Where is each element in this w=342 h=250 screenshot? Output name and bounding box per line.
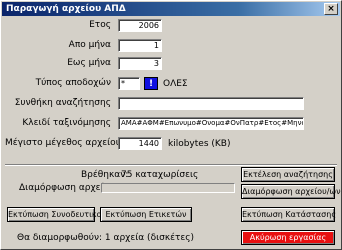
to-month-label: Εως μήνα — [67, 58, 111, 68]
max-size-field[interactable]: 1440 — [118, 137, 162, 150]
sort-key-field[interactable]: ΑΜΑ#ΑΦΜ#Επωνυμο#Ονομα#ΟνΠατρ#Ετος#Μηνας#… — [118, 117, 304, 130]
window-title: Παραγωγή αρχείου ΑΠΔ — [6, 4, 126, 14]
earnings-type-field[interactable]: * — [118, 77, 140, 90]
max-size-label: Μέγιστο μέγεθος αρχείου — [5, 138, 121, 148]
print-labels-button[interactable]: Εκτύπωση Ετικετών — [100, 207, 192, 222]
cancel-button[interactable]: Ακύρωση εργασίας — [241, 230, 335, 245]
earnings-type-desc: ΟΛΕΣ — [163, 79, 188, 89]
dialog-window: Παραγωγή αρχείου ΑΠΔ × Ετος 2006 Απο μήν… — [0, 0, 342, 250]
from-month-field[interactable]: 1 — [118, 39, 162, 52]
format-label: Διαμόρφωση αρχείου — [19, 183, 115, 193]
year-label: Ετος — [89, 20, 111, 30]
format-files-button[interactable]: Διαμόρφωση αρχείου/ων — [241, 184, 341, 199]
close-icon[interactable]: × — [324, 3, 338, 15]
info-icon[interactable]: ! — [144, 77, 158, 90]
year-field[interactable]: 2006 — [118, 19, 162, 32]
sort-key-label: Κλειδί ταξινόμησης — [22, 118, 111, 128]
print-accompanying-button[interactable]: Εκτύπωση Συνοδευτικού — [7, 207, 106, 222]
search-condition-label: Συνθήκη αναζήτησης — [14, 98, 111, 108]
search-condition-field[interactable] — [118, 97, 304, 110]
format-progress-bar — [101, 183, 235, 193]
title-bar[interactable]: Παραγωγή αρχείου ΑΠΔ × — [2, 2, 340, 16]
divider — [5, 164, 337, 166]
footer-text: Θα διαμορφωθούν: 1 αρχεία (δισκέτες) — [17, 233, 195, 243]
found-value: 75 καταχωρίσεις — [121, 170, 199, 180]
print-status-button[interactable]: Εκτύπωση Κατάστασης — [241, 207, 336, 222]
earnings-type-label: Τύπος αποδοχών — [35, 78, 111, 88]
to-month-field[interactable]: 3 — [118, 57, 162, 70]
run-search-button[interactable]: Εκτέλεση αναζήτησης — [241, 167, 335, 182]
max-size-unit: kilobytes (KB) — [168, 139, 231, 149]
from-month-label: Απο μήνα — [68, 40, 111, 50]
